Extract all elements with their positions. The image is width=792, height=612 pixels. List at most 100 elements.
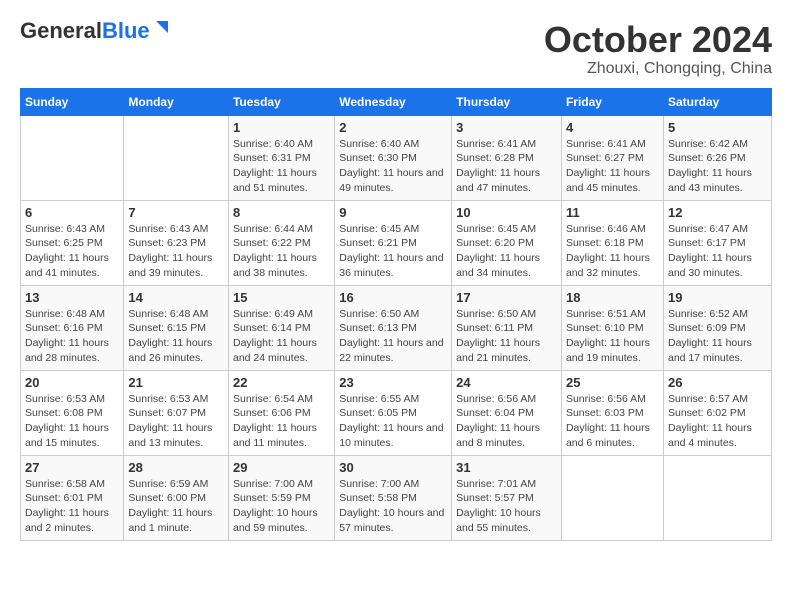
calendar-cell: 12 Sunrise: 6:47 AMSunset: 6:17 PMDayligh… [663, 200, 771, 285]
calendar-cell: 26 Sunrise: 6:57 AMSunset: 6:02 PMDayligh… [663, 370, 771, 455]
calendar-cell: 17 Sunrise: 6:50 AMSunset: 6:11 PMDayligh… [452, 285, 562, 370]
calendar-cell: 2Sunrise: 6:40 AMSunset: 6:30 PMDaylight… [335, 115, 452, 200]
day-info: Sunrise: 7:00 AMSunset: 5:58 PMDaylight:… [339, 477, 447, 536]
calendar-cell: 29Sunrise: 7:00 AMSunset: 5:59 PMDayligh… [228, 455, 334, 540]
calendar-cell: 8 Sunrise: 6:44 AMSunset: 6:22 PMDaylight… [228, 200, 334, 285]
calendar-cell: 27 Sunrise: 6:58 AMSunset: 6:01 PMDayligh… [21, 455, 124, 540]
day-number: 4 [566, 120, 659, 135]
calendar-week-row: 20Sunrise: 6:53 AMSunset: 6:08 PMDayligh… [21, 370, 772, 455]
weekday-header: Sunday [21, 88, 124, 115]
day-number: 6 [25, 205, 119, 220]
calendar-cell: 6 Sunrise: 6:43 AMSunset: 6:25 PMDaylight… [21, 200, 124, 285]
day-number: 27 [25, 460, 119, 475]
day-info: Sunrise: 6:55 AMSunset: 6:05 PMDaylight:… [339, 392, 447, 451]
day-info: Sunrise: 6:43 AMSunset: 6:25 PMDaylight:… [25, 222, 119, 281]
weekday-header: Monday [124, 88, 229, 115]
day-info: Sunrise: 6:58 AMSunset: 6:01 PMDaylight:… [25, 477, 119, 536]
title-block: October 2024 Zhouxi, Chongqing, China [544, 20, 772, 78]
day-number: 28 [128, 460, 224, 475]
calendar-cell: 5Sunrise: 6:42 AMSunset: 6:26 PMDaylight… [663, 115, 771, 200]
day-number: 22 [233, 375, 330, 390]
calendar-cell [21, 115, 124, 200]
day-number: 3 [456, 120, 557, 135]
day-number: 12 [668, 205, 767, 220]
calendar-week-row: 1Sunrise: 6:40 AMSunset: 6:31 PMDaylight… [21, 115, 772, 200]
weekday-header: Thursday [452, 88, 562, 115]
calendar-cell: 19Sunrise: 6:52 AMSunset: 6:09 PMDayligh… [663, 285, 771, 370]
calendar-week-row: 27 Sunrise: 6:58 AMSunset: 6:01 PMDayligh… [21, 455, 772, 540]
day-number: 25 [566, 375, 659, 390]
calendar-cell: 15 Sunrise: 6:49 AMSunset: 6:14 PMDayligh… [228, 285, 334, 370]
day-number: 26 [668, 375, 767, 390]
day-info: Sunrise: 7:00 AMSunset: 5:59 PMDaylight:… [233, 477, 330, 536]
day-number: 8 [233, 205, 330, 220]
day-info: Sunrise: 6:48 AMSunset: 6:15 PMDaylight:… [128, 307, 224, 366]
day-number: 17 [456, 290, 557, 305]
day-info: Sunrise: 6:53 AMSunset: 6:08 PMDaylight:… [25, 392, 119, 451]
day-number: 30 [339, 460, 447, 475]
day-info: Sunrise: 6:41 AMSunset: 6:27 PMDaylight:… [566, 137, 659, 196]
day-info: Sunrise: 7:01 AMSunset: 5:57 PMDaylight:… [456, 477, 557, 536]
calendar-cell: 22 Sunrise: 6:54 AMSunset: 6:06 PMDayligh… [228, 370, 334, 455]
day-number: 5 [668, 120, 767, 135]
day-info: Sunrise: 6:40 AMSunset: 6:30 PMDaylight:… [339, 137, 447, 196]
day-info: Sunrise: 6:45 AMSunset: 6:21 PMDaylight:… [339, 222, 447, 281]
day-number: 16 [339, 290, 447, 305]
day-info: Sunrise: 6:53 AMSunset: 6:07 PMDaylight:… [128, 392, 224, 451]
calendar-cell: 21Sunrise: 6:53 AMSunset: 6:07 PMDayligh… [124, 370, 229, 455]
day-info: Sunrise: 6:56 AMSunset: 6:03 PMDaylight:… [566, 392, 659, 451]
calendar-cell: 4 Sunrise: 6:41 AMSunset: 6:27 PMDaylight… [561, 115, 663, 200]
day-info: Sunrise: 6:56 AMSunset: 6:04 PMDaylight:… [456, 392, 557, 451]
day-info: Sunrise: 6:47 AMSunset: 6:17 PMDaylight:… [668, 222, 767, 281]
calendar-cell: 25 Sunrise: 6:56 AMSunset: 6:03 PMDayligh… [561, 370, 663, 455]
day-number: 31 [456, 460, 557, 475]
calendar-cell: 1Sunrise: 6:40 AMSunset: 6:31 PMDaylight… [228, 115, 334, 200]
weekday-header-row: SundayMondayTuesdayWednesdayThursdayFrid… [21, 88, 772, 115]
calendar-table: SundayMondayTuesdayWednesdayThursdayFrid… [20, 88, 772, 541]
day-number: 23 [339, 375, 447, 390]
calendar-week-row: 13Sunrise: 6:48 AMSunset: 6:16 PMDayligh… [21, 285, 772, 370]
calendar-cell [663, 455, 771, 540]
calendar-cell: 10Sunrise: 6:45 AMSunset: 6:20 PMDayligh… [452, 200, 562, 285]
day-number: 14 [128, 290, 224, 305]
day-info: Sunrise: 6:50 AMSunset: 6:13 PMDaylight:… [339, 307, 447, 366]
day-info: Sunrise: 6:40 AMSunset: 6:31 PMDaylight:… [233, 137, 330, 196]
day-number: 13 [25, 290, 119, 305]
day-info: Sunrise: 6:59 AMSunset: 6:00 PMDaylight:… [128, 477, 224, 536]
logo-arrow-icon [152, 19, 172, 39]
day-number: 24 [456, 375, 557, 390]
day-info: Sunrise: 6:57 AMSunset: 6:02 PMDaylight:… [668, 392, 767, 451]
weekday-header: Friday [561, 88, 663, 115]
day-number: 10 [456, 205, 557, 220]
day-number: 15 [233, 290, 330, 305]
calendar-cell: 14 Sunrise: 6:48 AMSunset: 6:15 PMDayligh… [124, 285, 229, 370]
calendar-cell: 28 Sunrise: 6:59 AMSunset: 6:00 PMDayligh… [124, 455, 229, 540]
day-number: 18 [566, 290, 659, 305]
calendar-week-row: 6 Sunrise: 6:43 AMSunset: 6:25 PMDaylight… [21, 200, 772, 285]
calendar-cell: 3 Sunrise: 6:41 AMSunset: 6:28 PMDaylight… [452, 115, 562, 200]
day-info: Sunrise: 6:49 AMSunset: 6:14 PMDaylight:… [233, 307, 330, 366]
calendar-cell: 18Sunrise: 6:51 AMSunset: 6:10 PMDayligh… [561, 285, 663, 370]
calendar-cell: 16 Sunrise: 6:50 AMSunset: 6:13 PMDayligh… [335, 285, 452, 370]
calendar-subtitle: Zhouxi, Chongqing, China [544, 60, 772, 78]
weekday-header: Saturday [663, 88, 771, 115]
calendar-cell: 13Sunrise: 6:48 AMSunset: 6:16 PMDayligh… [21, 285, 124, 370]
calendar-cell: 23 Sunrise: 6:55 AMSunset: 6:05 PMDayligh… [335, 370, 452, 455]
day-info: Sunrise: 6:50 AMSunset: 6:11 PMDaylight:… [456, 307, 557, 366]
calendar-title: October 2024 [544, 20, 772, 60]
logo: GeneralBlue [20, 20, 172, 42]
page-header: GeneralBlue October 2024 Zhouxi, Chongqi… [20, 20, 772, 78]
day-info: Sunrise: 6:43 AMSunset: 6:23 PMDaylight:… [128, 222, 224, 281]
day-info: Sunrise: 6:41 AMSunset: 6:28 PMDaylight:… [456, 137, 557, 196]
day-number: 7 [128, 205, 224, 220]
day-info: Sunrise: 6:44 AMSunset: 6:22 PMDaylight:… [233, 222, 330, 281]
logo-text: GeneralBlue [20, 20, 150, 42]
calendar-cell [561, 455, 663, 540]
day-info: Sunrise: 6:54 AMSunset: 6:06 PMDaylight:… [233, 392, 330, 451]
day-info: Sunrise: 6:52 AMSunset: 6:09 PMDaylight:… [668, 307, 767, 366]
day-number: 9 [339, 205, 447, 220]
calendar-cell: 31 Sunrise: 7:01 AMSunset: 5:57 PMDayligh… [452, 455, 562, 540]
day-info: Sunrise: 6:46 AMSunset: 6:18 PMDaylight:… [566, 222, 659, 281]
calendar-cell: 24 Sunrise: 6:56 AMSunset: 6:04 PMDayligh… [452, 370, 562, 455]
calendar-cell: 7 Sunrise: 6:43 AMSunset: 6:23 PMDaylight… [124, 200, 229, 285]
